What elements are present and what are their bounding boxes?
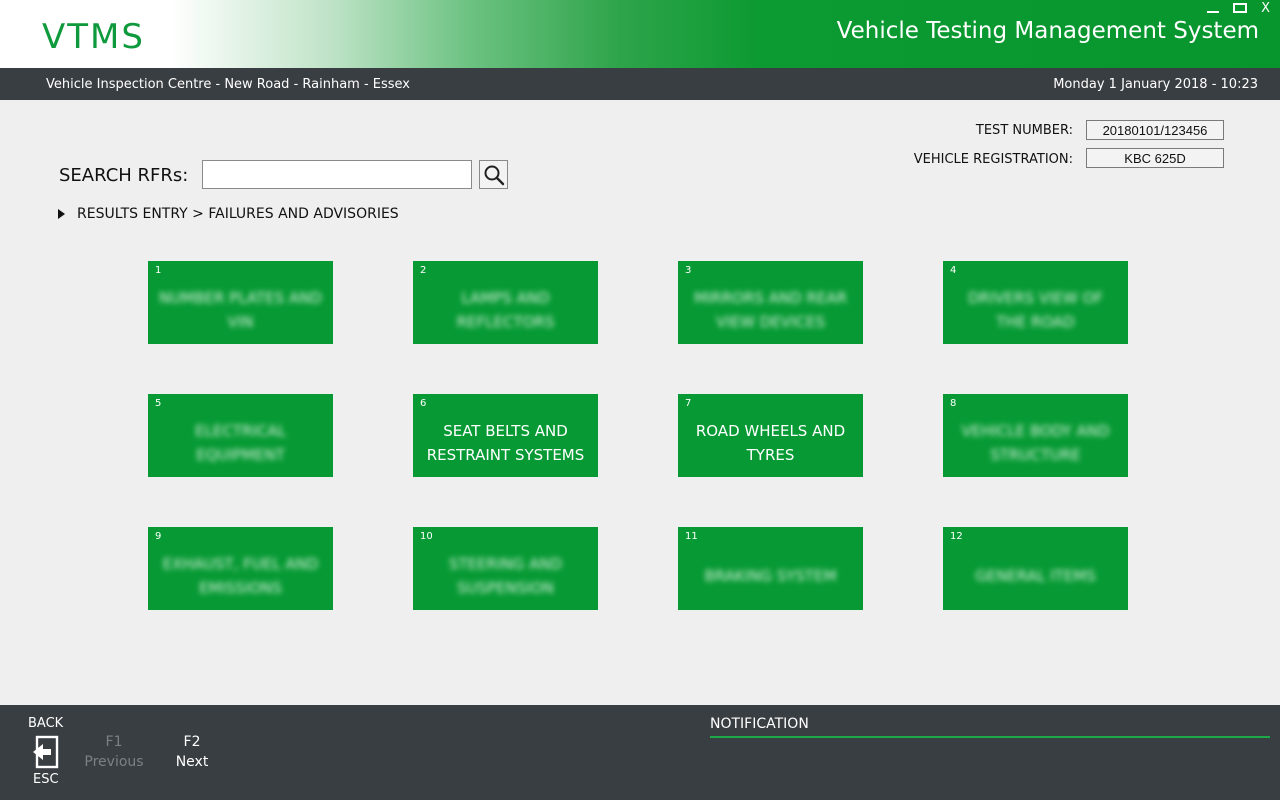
tile-number: 1 — [155, 265, 162, 276]
close-icon[interactable]: X — [1261, 1, 1270, 16]
esc-key-label: ESC — [33, 772, 59, 787]
window-controls: X — [1207, 0, 1270, 16]
centre-location: Vehicle Inspection Centre - New Road - R… — [46, 77, 410, 92]
footer-bar: BACK ESC F1 Previous F2 Next NOTIFICATIO… — [0, 705, 1280, 800]
maximize-icon[interactable] — [1233, 3, 1248, 13]
breadcrumb: RESULTS ENTRY > FAILURES AND ADVISORIES — [58, 206, 399, 222]
tile-number: 5 — [155, 398, 162, 409]
tile-number: 4 — [950, 265, 957, 276]
app-header: VTMS Vehicle Testing Management System X — [0, 0, 1280, 68]
category-tile-3[interactable]: 3 MIRRORS AND REAR VIEW DEVICES — [678, 261, 863, 344]
category-tile-4[interactable]: 4 DRIVERS VIEW OF THE ROAD — [943, 261, 1128, 344]
tile-label: BRAKING SYSTEM — [704, 566, 837, 585]
notification-divider — [710, 736, 1270, 738]
f1-key-label: F1 — [105, 734, 123, 750]
triangle-right-icon — [58, 209, 65, 219]
vtms-logo: VTMS — [42, 17, 145, 57]
tile-number: 9 — [155, 531, 162, 542]
tile-label: ROAD WHEELS AND TYRES — [695, 421, 846, 464]
tile-label: GENERAL ITEMS — [975, 566, 1096, 585]
tile-number: 6 — [420, 398, 427, 409]
next-button[interactable]: F2 Next — [172, 734, 212, 770]
tile-label: ELECTRICAL EQUIPMENT — [195, 421, 286, 464]
category-tile-6[interactable]: 6 SEAT BELTS AND RESTRAINT SYSTEMS — [413, 394, 598, 477]
previous-button[interactable]: F1 Previous — [84, 734, 144, 770]
category-tile-5[interactable]: 5 ELECTRICAL EQUIPMENT — [148, 394, 333, 477]
tile-label: VEHICLE BODY AND STRUCTURE — [961, 421, 1110, 464]
test-number-label: TEST NUMBER: — [975, 123, 1073, 138]
category-tile-10[interactable]: 10 STEERING AND SUSPENSION — [413, 527, 598, 610]
app-title: Vehicle Testing Management System — [836, 18, 1259, 44]
minimize-icon[interactable] — [1207, 11, 1220, 13]
tile-number: 8 — [950, 398, 957, 409]
tile-label: SEAT BELTS AND RESTRAINT SYSTEMS — [426, 421, 585, 464]
tile-number: 12 — [950, 531, 963, 542]
notification-label: NOTIFICATION — [710, 716, 809, 732]
tile-label: EXHAUST, FUEL AND EMISSIONS — [162, 554, 319, 597]
category-tile-8[interactable]: 8 VEHICLE BODY AND STRUCTURE — [943, 394, 1128, 477]
tile-label: MIRRORS AND REAR VIEW DEVICES — [693, 288, 848, 331]
breadcrumb-text: RESULTS ENTRY > FAILURES AND ADVISORIES — [77, 206, 399, 222]
category-tile-9[interactable]: 9 EXHAUST, FUEL AND EMISSIONS — [148, 527, 333, 610]
info-bar: Vehicle Inspection Centre - New Road - R… — [0, 68, 1280, 100]
f2-key-label: F2 — [183, 734, 201, 750]
current-datetime: Monday 1 January 2018 - 10:23 — [1053, 77, 1258, 92]
search-button[interactable] — [479, 160, 508, 189]
next-label: Next — [175, 754, 209, 770]
back-label: BACK — [28, 716, 64, 731]
category-tile-11[interactable]: 11 BRAKING SYSTEM — [678, 527, 863, 610]
search-input[interactable] — [202, 160, 472, 189]
search-icon — [484, 165, 504, 185]
tile-label: STEERING AND SUSPENSION — [448, 554, 563, 597]
category-tile-7[interactable]: 7 ROAD WHEELS AND TYRES — [678, 394, 863, 477]
category-tile-12[interactable]: 12 GENERAL ITEMS — [943, 527, 1128, 610]
tile-number: 2 — [420, 265, 427, 276]
category-tile-2[interactable]: 2 LAMPS AND REFLECTORS — [413, 261, 598, 344]
tile-label: NUMBER PLATES AND VIN — [159, 288, 322, 331]
back-exit-icon[interactable] — [31, 735, 59, 769]
tile-number: 7 — [685, 398, 692, 409]
previous-label: Previous — [84, 754, 144, 770]
tile-number: 3 — [685, 265, 692, 276]
vehicle-registration-field: KBC 625D — [1086, 148, 1224, 168]
vehicle-registration-label: VEHICLE REGISTRATION: — [913, 152, 1073, 167]
tile-number: 10 — [420, 531, 433, 542]
category-tile-1[interactable]: 1 NUMBER PLATES AND VIN — [148, 261, 333, 344]
tile-label: LAMPS AND REFLECTORS — [456, 288, 555, 331]
test-number-field: 20180101/123456 — [1086, 120, 1224, 140]
tile-label: DRIVERS VIEW OF THE ROAD — [967, 288, 1104, 331]
tile-number: 11 — [685, 531, 698, 542]
search-label: SEARCH RFRs: — [59, 165, 189, 186]
